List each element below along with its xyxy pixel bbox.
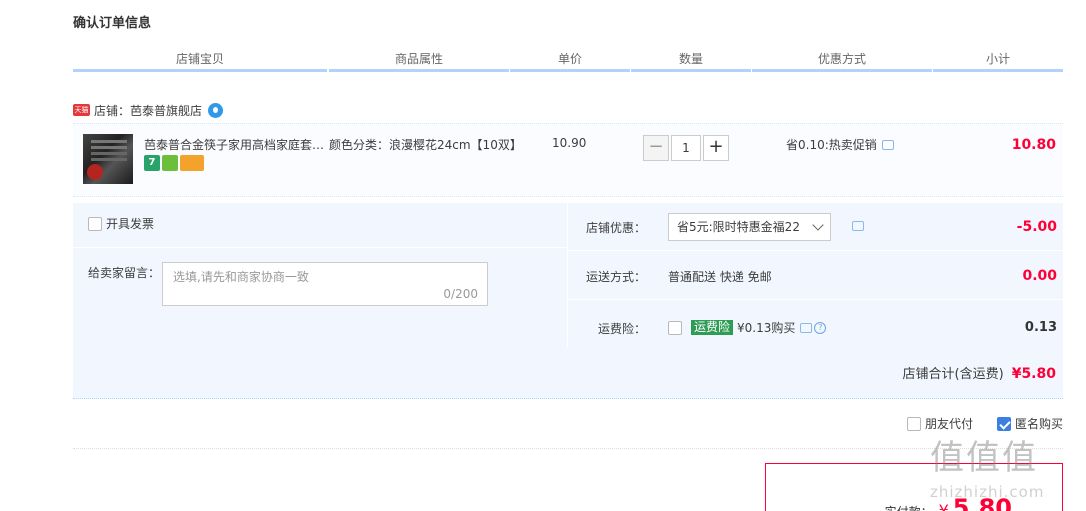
seller-message-textarea[interactable]: 选填,请先和商家协商一致 0/200 [162,262,488,306]
watermark-logo: 值值值 [930,438,1038,478]
guarantee-icon[interactable] [162,155,178,171]
col-header-item: 店铺宝贝 [175,52,224,66]
shipping-method: 普通配送 快递 免邮 [668,270,772,284]
quantity-increase-button[interactable]: + [703,135,729,161]
message-icon[interactable] [881,139,894,150]
promo-info: 省0.10:热卖促销 [786,136,894,153]
shipping-label: 运送方式： [585,270,646,284]
help-icon[interactable]: ? [814,321,827,334]
seven-day-return-icon[interactable]: 7 [144,155,160,171]
message-placeholder: 选填,请先和商家协商一致 [173,270,309,284]
col-header-price: 单价 [557,52,582,66]
shop-name-link[interactable]: 店铺：芭泰普旗舰店 [94,102,202,119]
product-thumbnail[interactable] [83,134,133,184]
page-title: 确认订单信息 [73,16,152,31]
col-header-qty: 数量 [678,52,703,66]
col-header-underline [631,69,751,72]
left-options: 开具发票 给卖家留言： 选填,请先和商家协商一致 0/200 [73,203,567,348]
insurance-price: ¥0.13购买 [737,321,796,335]
currency-symbol: ¥ [938,501,949,511]
col-header-underline [510,69,630,72]
col-header-attr: 商品属性 [394,52,443,66]
cart-item-row: 芭泰普合金筷子家用高档家庭套… 7 颜色分类：浪漫樱花24cm【10双】 10.… [73,123,1063,197]
order-options-panel: 开具发票 给卖家留言： 选填,请先和商家协商一致 0/200 店铺优惠： 省5元… [73,203,1064,399]
invoice-option[interactable]: 开具发票 [88,215,154,232]
friend-pay-checkbox[interactable] [906,416,921,431]
unit-price: 10.90 [552,136,587,150]
service-badges: 7 [144,155,204,171]
item-subtotal: 10.80 [1011,137,1056,153]
anonymous-buy-checkbox[interactable] [996,416,1011,431]
insurance-value: 0.13 [1024,320,1057,335]
divider [73,247,567,248]
col-header-underline [933,69,1063,72]
col-header-underline [752,69,932,72]
quantity-stepper: − 1 + [643,135,729,161]
shipping-row: 运送方式： 普通配送 快递 免邮 0.00 [568,252,1064,300]
insurance-row: 运费险： 运费险 ¥0.13购买 ? 0.13 [568,301,1064,349]
insurance-tag: 运费险 [691,320,734,335]
shop-total-label: 店铺合计(含运费) [902,367,1004,382]
column-header: 店铺宝贝 商品属性 单价 数量 优惠方式 小计 [73,50,1063,72]
message-icon[interactable] [852,221,864,231]
product-attribute: 颜色分类：浪漫樱花24cm【10双】 [329,138,522,152]
credit-card-icon[interactable] [180,155,204,171]
col-header-underline [329,69,509,72]
col-header-subtotal: 小计 [985,52,1010,66]
invoice-checkbox[interactable] [88,216,102,231]
col-header-promo: 优惠方式 [817,52,866,66]
product-title-link[interactable]: 芭泰普合金筷子家用高档家庭套… [144,136,329,153]
shop-total: 店铺合计(含运费) ¥5.80 [903,363,1056,382]
shop-row: 天猫 店铺：芭泰普旗舰店 [73,100,224,120]
chevron-down-icon [812,219,824,231]
insurance-checkbox[interactable] [668,320,682,335]
shop-discount-select[interactable]: 省5元:限时特惠金福22 [668,213,831,241]
message-char-count: 0/200 [443,287,478,301]
shop-discount-row: 店铺优惠： 省5元:限时特惠金福22 -5.00 [568,203,1064,251]
invoice-label: 开具发票 [106,217,155,231]
insurance-label: 运费险： [597,322,646,336]
shop-discount-value: -5.00 [1016,219,1057,235]
quantity-input[interactable]: 1 [671,135,701,161]
divider [73,448,1063,449]
shop-total-amount: ¥5.80 [1011,366,1056,382]
promo-text: 省0.10:热卖促销 [786,138,877,152]
actual-payment-label: 实付款： [885,503,933,511]
message-label: 给卖家留言： [88,266,161,280]
quantity-decrease-button[interactable]: − [643,135,669,161]
col-header-underline [73,69,327,72]
shop-discount-label: 店铺优惠： [585,221,646,235]
shipping-fee: 0.00 [1022,268,1057,284]
wangwang-chat-icon[interactable] [208,102,224,118]
tmall-icon: 天猫 [73,104,90,116]
shop-discount-selected: 省5元:限时特惠金福22 [677,220,800,234]
watermark-url: zhizhizhi.com [930,483,1045,501]
insurance-option: 运费险 ¥0.13购买 ? [668,319,827,336]
message-icon[interactable] [800,322,813,333]
right-options: 店铺优惠： 省5元:限时特惠金福22 -5.00 运送方式： 普通配送 快递 免… [567,203,1064,349]
